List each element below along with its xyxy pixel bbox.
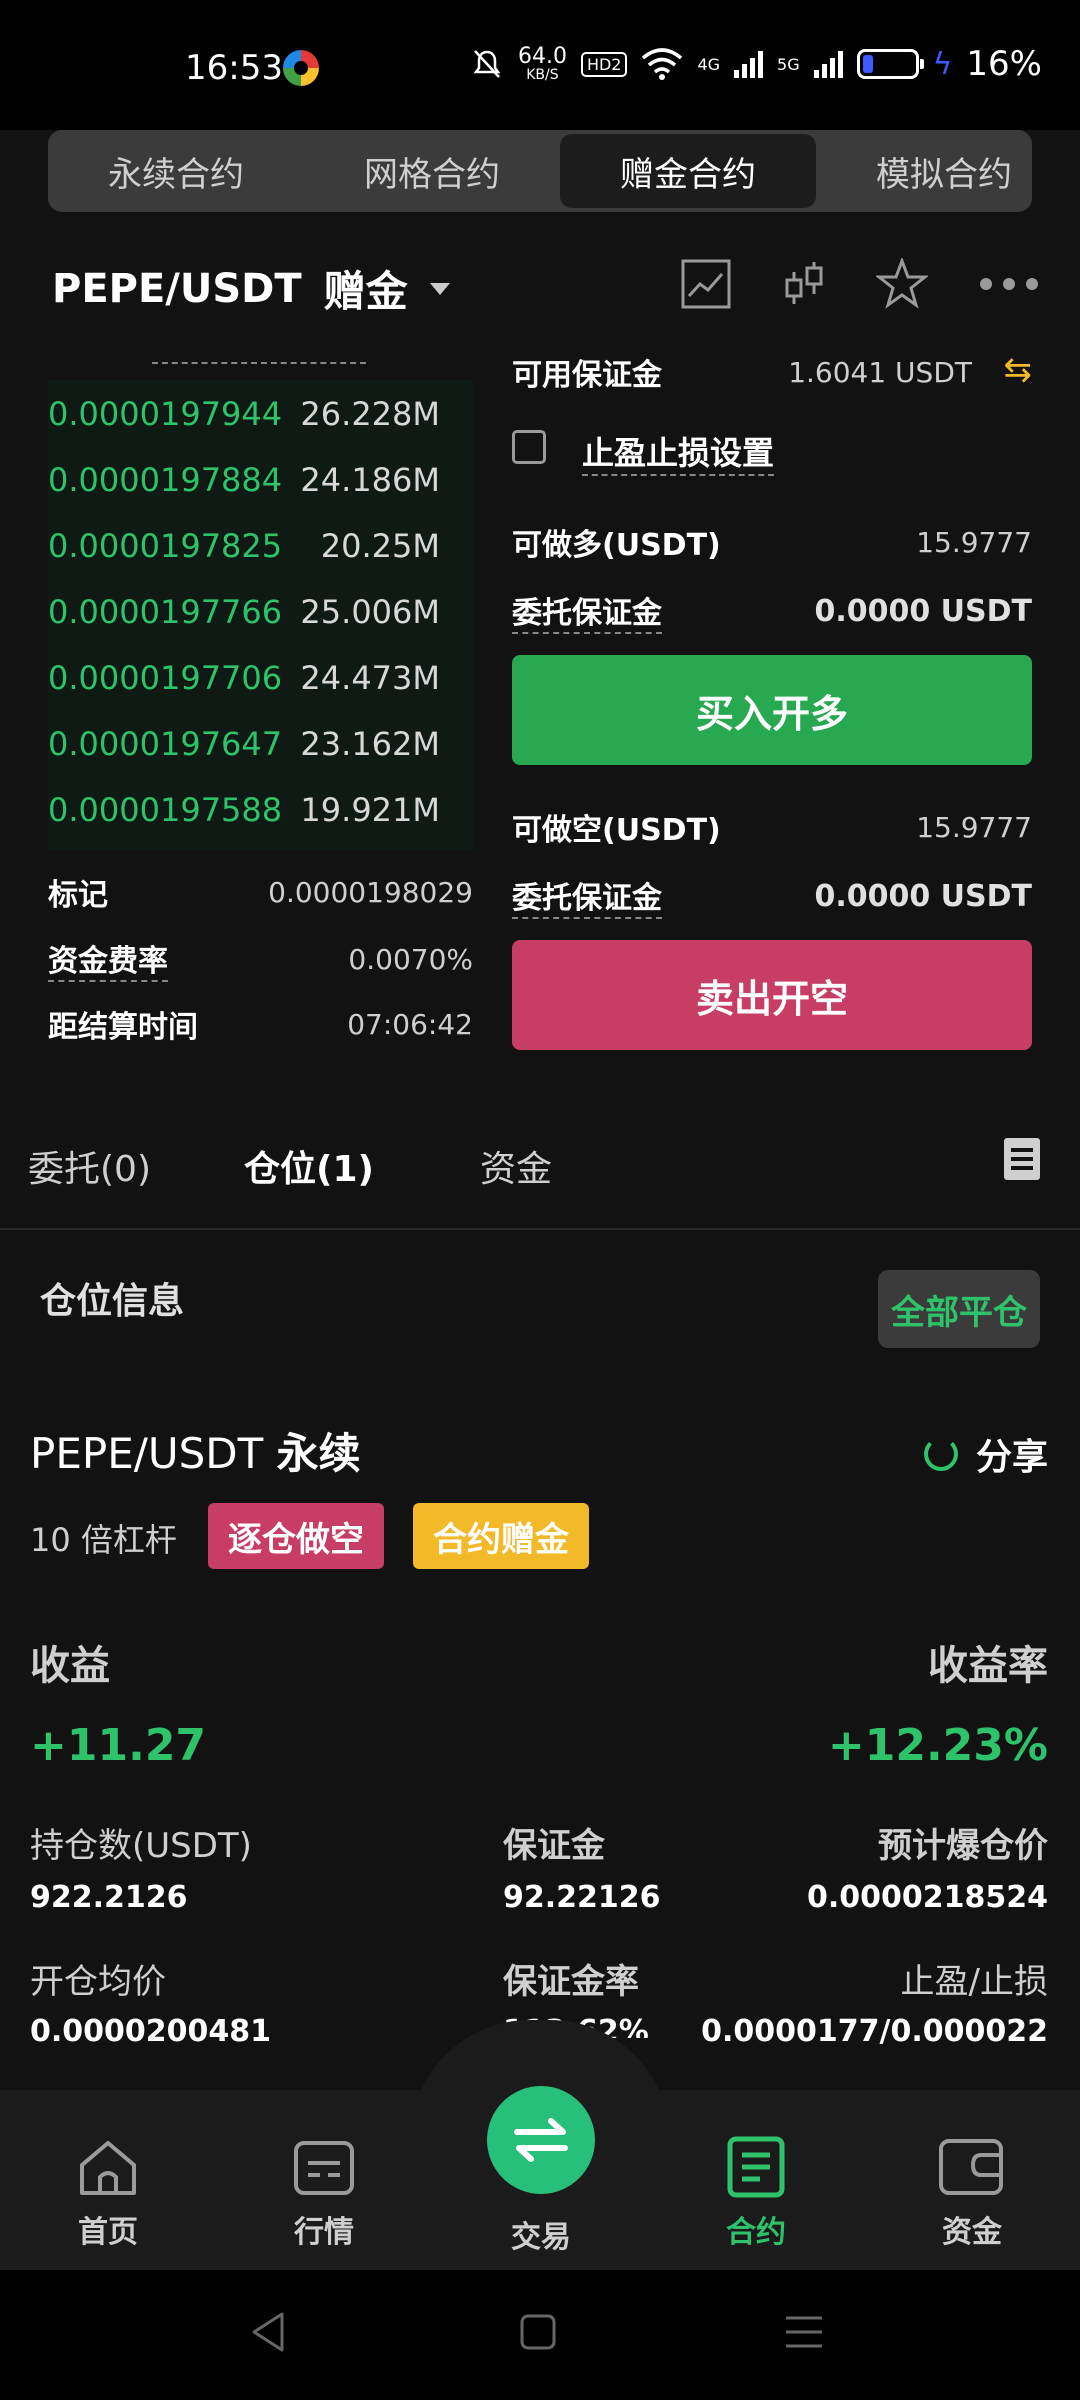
order-book-row[interactable]: 0.0000197825 20.25M [48, 527, 440, 565]
transfer-icon[interactable]: ⇆ [1004, 350, 1033, 390]
wifi-icon [642, 48, 683, 80]
nav-market[interactable]: 行情 [244, 2135, 404, 2251]
trading-panel: 0.0000197944 26.228M 0.0000197884 24.186… [0, 350, 1080, 1090]
pnl-value: +11.27 [30, 1720, 207, 1771]
tab-positions[interactable]: 仓位(1) [244, 1140, 374, 1192]
liq-price-value: 0.0000218524 [806, 1880, 1048, 1915]
system-nav-bar [0, 2270, 1080, 2400]
mute-icon [473, 50, 501, 78]
long-max-row: 可做多(USDT) 15.9777 [512, 525, 1032, 564]
long-margin-row: 委托保证金 0.0000 USDT [512, 588, 1032, 634]
header-actions [680, 258, 1040, 310]
nav-trade-label: 交易 [511, 2220, 571, 2255]
document-icon[interactable] [1004, 1138, 1040, 1180]
position-pair: PEPE/USDT 永续 [30, 1429, 361, 1478]
star-icon[interactable] [876, 258, 928, 310]
short-margin-row: 委托保证金 0.0000 USDT [512, 873, 1032, 919]
roe-label: 收益率 [928, 1643, 1048, 1689]
swap-icon [514, 2118, 568, 2162]
hd-badge: HD2 [580, 51, 628, 77]
battery-icon [856, 49, 924, 79]
tab-funds[interactable]: 资金 [480, 1140, 552, 1192]
settlement-time-row: 距结算时间 07:06:42 [48, 1007, 473, 1046]
order-book-row[interactable]: 0.0000197706 24.473M [48, 659, 440, 697]
nav-contract[interactable]: 合约 [676, 2135, 836, 2251]
sell-short-button[interactable]: 卖出开空 [512, 940, 1032, 1050]
net-speed: 64.0 KB/S [517, 44, 567, 83]
pair-tag: 赠金 [323, 267, 408, 316]
tpsl-summary-label: 止盈/止损 [900, 1962, 1048, 2002]
leverage-label: 10 倍杠杆 [30, 1521, 177, 1559]
charging-icon: ϟ [932, 46, 953, 82]
tab-bonus[interactable]: 赠金合约 [560, 134, 816, 208]
margin-ratio-label: 保证金率 [503, 1962, 639, 2002]
tpsl-summary-value: 0.0000177/0.000022 [701, 2014, 1048, 2049]
order-book-row[interactable]: 0.0000197647 23.162M [48, 725, 440, 763]
battery-percent: 16% [966, 44, 1042, 84]
size-value: 922.2126 [30, 1880, 188, 1915]
order-tabs: 委托(0) 仓位(1) 资金 [0, 1120, 1080, 1230]
share-icon [923, 1437, 958, 1471]
bonus-badge: 合约赠金 [413, 1503, 589, 1569]
available-margin-row: 可用保证金 1.6041 USDT [512, 355, 972, 394]
candlestick-icon[interactable] [782, 258, 826, 310]
status-bar: 16:53 64.0 KB/S HD2 4G 5G ϟ 16% [0, 0, 1080, 130]
contract-icon [727, 2136, 785, 2198]
entry-price-label: 开仓均价 [30, 1962, 166, 2002]
mark-price-row: 标记 0.0000198029 [48, 875, 473, 914]
app-icon [283, 50, 319, 86]
tab-simulated[interactable]: 模拟合约 [816, 130, 1032, 212]
margin-label: 保证金 [503, 1826, 605, 1866]
nav-trade[interactable] [487, 2086, 595, 2194]
share-button[interactable]: 分享 [923, 1428, 1048, 1480]
liq-price-label: 预计爆仓价 [878, 1826, 1048, 1866]
short-max-row: 可做空(USDT) 15.9777 [512, 810, 1032, 849]
status-icons: 64.0 KB/S HD2 4G 5G ϟ 16% [470, 44, 1042, 84]
nav-home[interactable]: 首页 [28, 2135, 188, 2251]
funding-rate-row[interactable]: 资金费率 0.0070% [48, 936, 473, 982]
tab-grid[interactable]: 网格合约 [304, 130, 560, 212]
market-icon [294, 2141, 354, 2195]
order-book-row[interactable]: 0.0000197944 26.228M [48, 395, 440, 433]
mode-badge: 逐仓做空 [208, 1503, 384, 1569]
wallet-icon [939, 2139, 1003, 2195]
tab-perpetual[interactable]: 永续合约 [48, 130, 304, 212]
pair-name: PEPE/USDT [52, 265, 302, 312]
home-button-icon[interactable] [518, 2312, 558, 2352]
net-5g-label: 5G [777, 54, 800, 74]
order-book-row[interactable]: 0.0000197884 24.186M [48, 461, 440, 499]
signal-icon [734, 50, 764, 78]
entry-price-value: 0.0000200481 [30, 2014, 272, 2049]
tab-orders[interactable]: 委托(0) [28, 1140, 151, 1192]
status-time: 16:53 [185, 48, 283, 88]
order-book-divider [152, 362, 366, 364]
menu-icon[interactable] [784, 2312, 824, 2352]
signal-icon [813, 50, 843, 78]
tpsl-label[interactable]: 止盈止损设置 [582, 428, 775, 476]
contract-tabs: 永续合约 网格合约 赠金合约 模拟合约 [48, 130, 1032, 212]
tpsl-checkbox[interactable] [512, 430, 546, 464]
pair-selector[interactable]: PEPE/USDT 赠金 [52, 258, 450, 319]
close-all-button[interactable]: 全部平仓 [878, 1270, 1040, 1348]
section-title: 仓位信息 [40, 1281, 185, 1322]
caret-down-icon [429, 282, 450, 295]
more-icon[interactable] [978, 274, 1040, 294]
buy-long-button[interactable]: 买入开多 [512, 655, 1032, 765]
back-icon[interactable] [248, 2310, 288, 2354]
margin-value: 92.22126 [503, 1880, 661, 1915]
home-icon [80, 2141, 136, 2195]
chart-icon[interactable] [680, 258, 732, 310]
nav-funds[interactable]: 资金 [892, 2135, 1052, 2251]
net-4g-label: 4G [697, 54, 721, 74]
pnl-label: 收益 [30, 1643, 110, 1689]
order-book-row[interactable]: 0.0000197588 19.921M [48, 791, 440, 829]
roe-value: +12.23% [827, 1720, 1048, 1771]
order-book-row[interactable]: 0.0000197766 25.006M [48, 593, 440, 631]
size-label: 持仓数(USDT) [30, 1826, 252, 1866]
